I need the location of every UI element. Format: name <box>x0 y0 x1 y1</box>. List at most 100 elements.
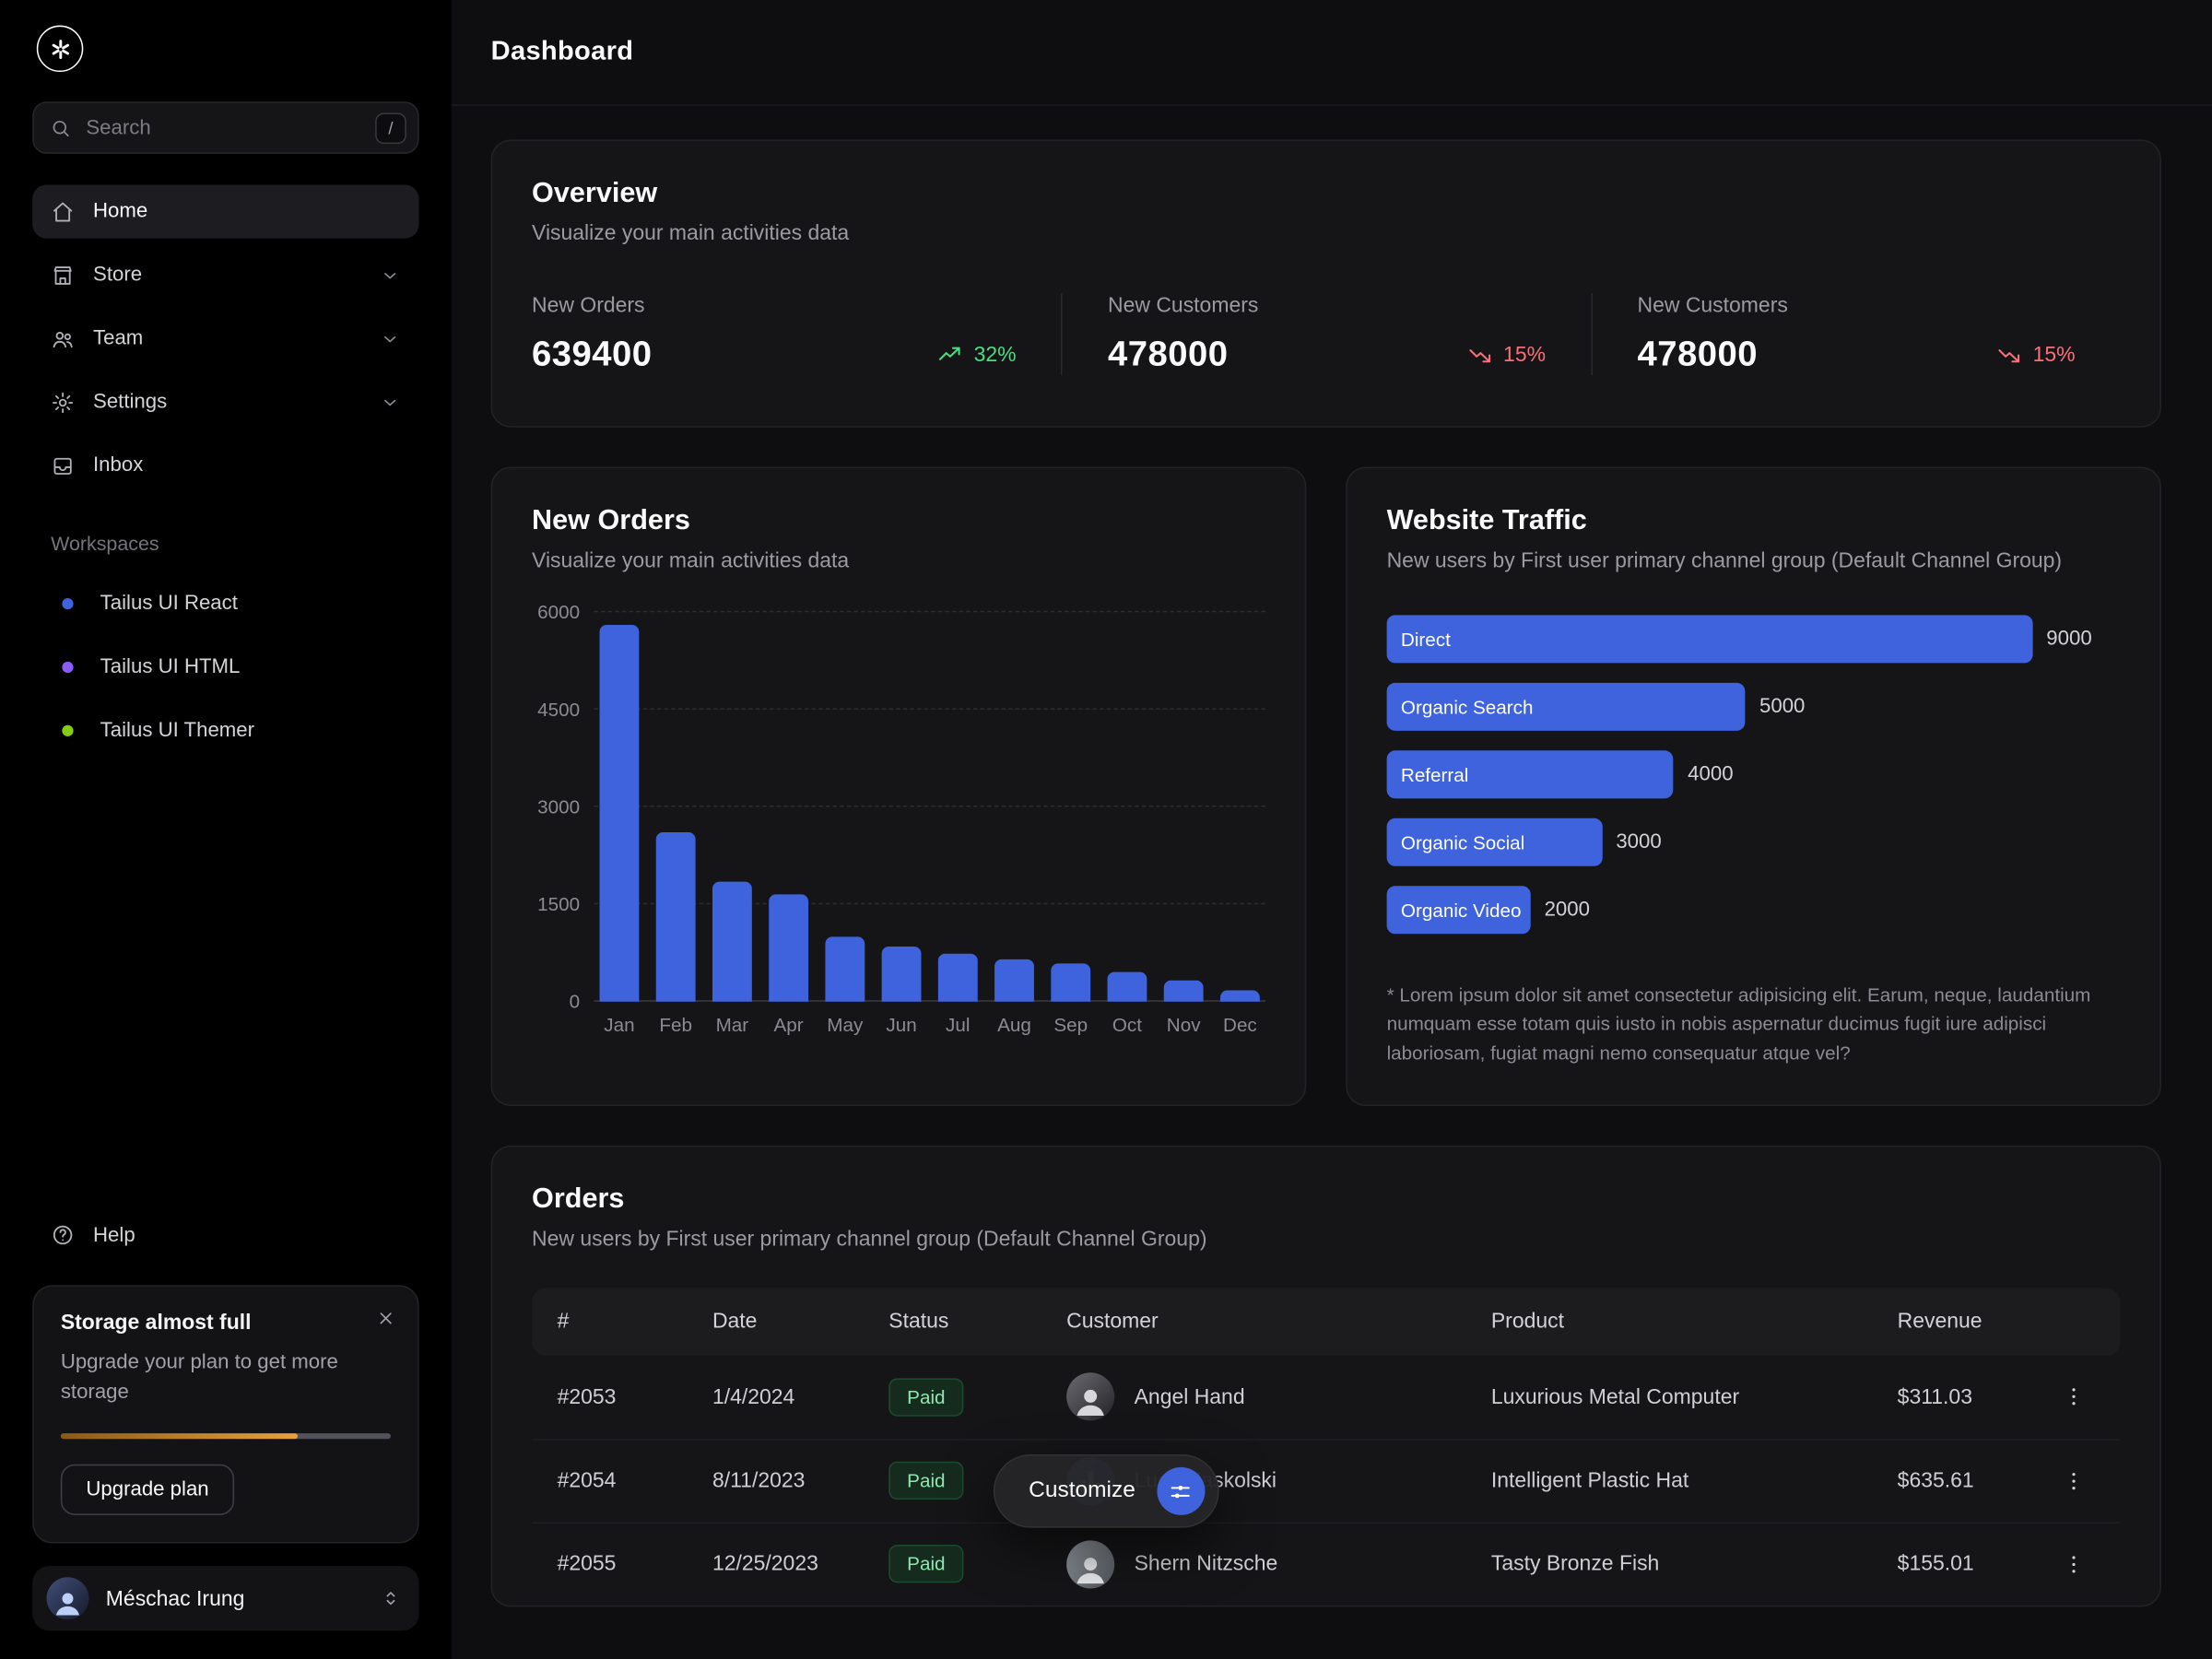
orders-table-body: #20531/4/2024PaidAngel HandLuxurious Met… <box>532 1356 2120 1606</box>
new-orders-chart: 01500300045006000 JanFebMarAprMayJunJulA… <box>532 612 1265 1035</box>
chevrons-up-down-icon <box>380 1587 402 1609</box>
website-traffic-bars: Direct9000Organic Search5000Referral4000… <box>1387 615 2121 934</box>
workspace-item-tailus-ui-themer[interactable]: Tailus UI Themer <box>32 704 418 757</box>
customer-avatar <box>1066 1540 1114 1588</box>
website-traffic-title: Website Traffic <box>1387 505 2121 537</box>
status-badge: Paid <box>888 1545 963 1583</box>
traffic-bar-label: Organic Social <box>1401 831 1524 853</box>
search-shortcut-badge: / <box>375 112 406 144</box>
sidebar-item-home[interactable]: Home <box>32 185 418 239</box>
kebab-icon[interactable] <box>2061 1551 2087 1577</box>
x-axis-label: Nov <box>1164 1015 1204 1036</box>
customize-button[interactable]: Customize <box>994 1454 1218 1528</box>
new-orders-subtitle: Visualize your main activities data <box>532 548 1265 572</box>
orders-table-header: #DateStatusCustomerProductRevenue <box>532 1288 2120 1355</box>
team-icon <box>51 326 75 350</box>
storage-progress-bar <box>61 1433 391 1439</box>
topbar: Dashboard <box>452 0 2212 106</box>
storage-card: Storage almost full Upgrade your plan to… <box>32 1285 418 1544</box>
workspace-list: Tailus UI React Tailus UI HTML Tailus UI T… <box>32 577 418 756</box>
workspace-dot <box>62 724 73 735</box>
close-icon[interactable] <box>375 1307 396 1328</box>
settings-icon <box>51 390 75 414</box>
search-input[interactable] <box>86 116 360 138</box>
sidebar-item-team[interactable]: Team <box>32 312 418 365</box>
order-date: 8/11/2023 <box>687 1469 863 1493</box>
trend-down-icon <box>1466 341 1493 368</box>
traffic-bar-value: 2000 <box>1545 899 1590 921</box>
inbox-icon <box>51 453 75 477</box>
store-icon <box>51 263 75 287</box>
sidebar-item-label: Inbox <box>93 454 143 477</box>
orders-subtitle: New users by First user primary channel … <box>532 1227 2120 1251</box>
overview-card: Overview Visualize your main activities … <box>491 140 2161 428</box>
sidebar: / HomeStoreTeamSettingsInbox Workspaces … <box>0 0 452 1659</box>
y-axis-tick: 3000 <box>532 796 580 818</box>
y-axis-tick: 0 <box>532 991 580 1012</box>
upgrade-plan-button[interactable]: Upgrade plan <box>61 1465 234 1515</box>
traffic-bar-value: 3000 <box>1616 831 1661 853</box>
kebab-icon[interactable] <box>2061 1384 2087 1410</box>
traffic-bar-label: Referral <box>1401 764 1468 785</box>
bar-jun <box>882 947 922 1002</box>
website-traffic-subtitle: New users by First user primary channel … <box>1387 548 2121 572</box>
sidebar-item-settings[interactable]: Settings <box>32 375 418 429</box>
bar-aug <box>994 959 1034 1002</box>
x-axis-label: Mar <box>712 1015 752 1036</box>
column-header-customer: Customer <box>1041 1310 1466 1334</box>
workspace-label: Tailus UI Themer <box>100 719 254 741</box>
page-title: Dashboard <box>491 37 634 68</box>
bar-jul <box>938 953 978 1002</box>
customize-label: Customize <box>1029 1478 1135 1504</box>
main-area: Dashboard Overview Visualize your main a… <box>452 0 2212 1659</box>
bar-dec <box>1220 990 1260 1002</box>
content: Overview Visualize your main activities … <box>452 106 2212 1659</box>
sidebar-item-store[interactable]: Store <box>32 248 418 301</box>
new-orders-card: New Orders Visualize your main activitie… <box>491 467 1307 1106</box>
x-axis-label: Jan <box>600 1015 640 1036</box>
y-axis-tick: 6000 <box>532 602 580 623</box>
x-axis-label: Jun <box>882 1015 922 1036</box>
stat-delta: 32% <box>937 341 1017 368</box>
new-orders-plot: 01500300045006000 <box>594 612 1265 1001</box>
chevron-down-icon <box>380 265 401 286</box>
x-axis-label: May <box>825 1015 865 1036</box>
traffic-row-organic-search: Organic Search5000 <box>1387 683 2121 731</box>
orders-card: Orders New users by First user primary c… <box>491 1145 2161 1606</box>
stat-value: 478000 <box>1108 335 1228 375</box>
workspace-label: Tailus UI React <box>100 592 238 614</box>
order-id: #2054 <box>532 1469 687 1493</box>
workspace-item-tailus-ui-html[interactable]: Tailus UI HTML <box>32 641 418 693</box>
sidebar-item-help[interactable]: Help <box>32 1208 418 1262</box>
app-window: / HomeStoreTeamSettingsInbox Workspaces … <box>0 0 2212 1659</box>
table-row: #205512/25/2023PaidShern NitzscheTasty B… <box>532 1522 2120 1605</box>
bar-mar <box>712 881 752 1001</box>
overview-subtitle: Visualize your main activities data <box>532 221 2120 245</box>
new-orders-title: New Orders <box>532 505 1265 537</box>
flower-logo-icon <box>46 35 75 64</box>
order-date: 1/4/2024 <box>687 1385 863 1409</box>
website-traffic-card: Website Traffic New users by First user … <box>1346 467 2161 1106</box>
sidebar-item-inbox[interactable]: Inbox <box>32 439 418 492</box>
workspace-label: Tailus UI HTML <box>100 655 241 677</box>
storage-title: Storage almost full <box>61 1310 391 1334</box>
trend-up-icon <box>937 341 964 368</box>
app-logo[interactable] <box>37 26 84 73</box>
stat-delta: 15% <box>1996 341 2076 368</box>
customer-avatar <box>1066 1373 1114 1421</box>
workspace-item-tailus-ui-react[interactable]: Tailus UI React <box>32 577 418 629</box>
column-header-revenue: Revenue <box>1872 1310 2120 1334</box>
user-menu[interactable]: Méschac Irung <box>32 1566 418 1630</box>
overview-stats: New Orders63940032%New Customers47800015… <box>532 293 2120 375</box>
traffic-bar-value: 4000 <box>1688 763 1733 785</box>
search-box[interactable]: / <box>32 101 418 154</box>
kebab-icon[interactable] <box>2061 1468 2087 1494</box>
stat-new-customers: New Customers47800015% <box>1591 293 2121 375</box>
new-orders-xlabels: JanFebMarAprMayJunJulAugSepOctNovDec <box>600 1015 1260 1036</box>
stat-label: New Customers <box>1108 293 1546 317</box>
website-traffic-footnote: * Lorem ipsum dolor sit amet consectetur… <box>1387 982 2121 1067</box>
sliders-icon <box>1157 1467 1205 1515</box>
orders-title: Orders <box>532 1183 2120 1216</box>
stat-new-customers: New Customers47800015% <box>1062 293 1591 375</box>
y-axis-tick: 4500 <box>532 699 580 720</box>
